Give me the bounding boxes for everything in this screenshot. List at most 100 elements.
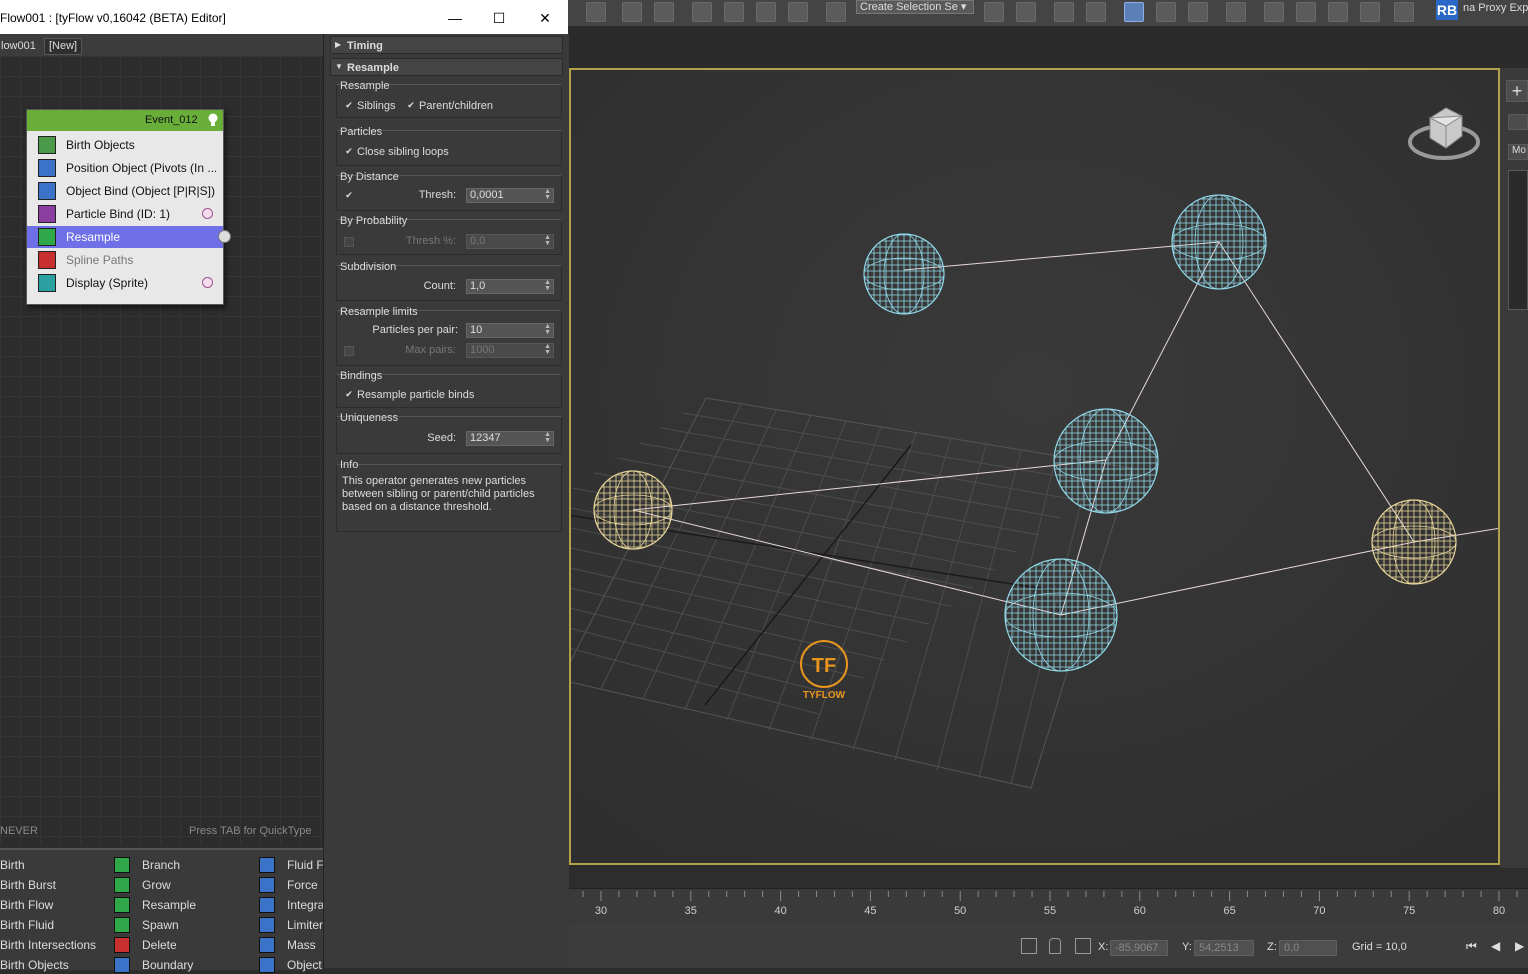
close-sibling-loops-checkbox[interactable]: ✔: [344, 147, 354, 157]
sphere-yellow-1: [593, 470, 673, 550]
timeline-track[interactable]: 30 35 40 45 50 55 60 65 70 75 80: [569, 888, 1528, 925]
close-button[interactable]: ✕: [530, 8, 560, 28]
spinner-arrows-icon[interactable]: ▲ ▼: [544, 234, 551, 247]
seed-value: 12347: [470, 432, 501, 444]
pin-stack-icon[interactable]: [1508, 320, 1528, 336]
operator-label: Display (Sprite): [66, 276, 149, 290]
perspective-viewport[interactable]: TF TYFLOW: [569, 68, 1500, 865]
editor-titlebar[interactable]: Flow001 : [tyFlow v0,16042 (BETA) Editor…: [0, 0, 568, 34]
spinner-arrows-icon[interactable]: ▲ ▼: [544, 323, 551, 336]
siblings-label: Siblings: [357, 100, 396, 112]
spinner-arrows-icon[interactable]: ▲ ▼: [544, 343, 551, 356]
lock-selection-icon[interactable]: [1049, 938, 1061, 954]
parent-children-checkbox[interactable]: ✔: [406, 101, 416, 111]
collapsed-arrow-icon: ▶: [335, 40, 342, 49]
by-probability-checkbox[interactable]: [344, 237, 354, 247]
palette-item-label: Birth Flow: [0, 898, 54, 912]
y-coordinate-field[interactable]: 54,2513: [1194, 940, 1254, 956]
z-coordinate-field[interactable]: 0,0: [1279, 940, 1337, 956]
event-header[interactable]: Event_012: [27, 110, 223, 131]
resample-particle-binds-checkbox[interactable]: ✔: [344, 390, 354, 400]
ribbon-icon[interactable]: [1124, 2, 1144, 22]
modifier-stack-list[interactable]: [1508, 170, 1528, 310]
upload-icon[interactable]: [654, 2, 674, 22]
layer-explorer-icon[interactable]: [1086, 2, 1106, 22]
selection-set-dropdown[interactable]: Create Selection Se ▾: [856, 0, 974, 14]
object-name-field[interactable]: [1508, 114, 1528, 130]
minimize-button[interactable]: —: [440, 8, 470, 28]
curve-editor-icon[interactable]: [1156, 2, 1176, 22]
rendered-frame-icon[interactable]: [1296, 2, 1316, 22]
operator-row[interactable]: Birth Objects: [27, 134, 223, 156]
editor-tab-bar: low001 [New]: [0, 34, 323, 56]
max-pairs-spinner[interactable]: 1000 ▲ ▼: [466, 343, 554, 358]
seed-spinner[interactable]: 12347 ▲ ▼: [466, 431, 554, 446]
operator-row[interactable]: Object Bind (Object [P|R|S]): [27, 180, 223, 202]
operator-row[interactable]: Spline Paths: [27, 249, 223, 271]
isolate-selection-icon[interactable]: [1021, 938, 1037, 954]
spinner-arrows-icon[interactable]: ▲ ▼: [544, 188, 551, 201]
rollout-timing[interactable]: ▶ Timing: [330, 36, 563, 54]
operator-row[interactable]: Position Object (Pivots (In ...: [27, 157, 223, 179]
rb-plugin-button[interactable]: RB: [1436, 0, 1458, 20]
spinner-arrows-icon[interactable]: ▲ ▼: [544, 431, 551, 444]
snap-toggle-icon[interactable]: [692, 2, 712, 22]
sphere-blue-3: [1053, 408, 1159, 514]
graph-left-hint: NEVER: [0, 825, 38, 837]
render-setup-icon[interactable]: [1264, 2, 1284, 22]
absolute-mode-icon[interactable]: [1075, 938, 1091, 954]
spinner-snap-icon[interactable]: [788, 2, 808, 22]
palette-operator-icon: [259, 937, 275, 953]
palette-item-label: Boundary: [142, 958, 194, 972]
count-spinner[interactable]: 1,0 ▲ ▼: [466, 279, 554, 294]
viewcube-icon[interactable]: [1408, 104, 1480, 166]
maximize-button[interactable]: ☐: [484, 8, 514, 28]
x-coordinate-field[interactable]: -85,9067: [1110, 940, 1168, 956]
thresh-pct-label: Thresh %:: [405, 235, 456, 247]
render-iterative-icon[interactable]: [1360, 2, 1380, 22]
modifier-list-label[interactable]: Mo: [1508, 144, 1528, 160]
operator-icon: [38, 228, 56, 246]
goto-start-icon[interactable]: ⏮: [1466, 939, 1477, 954]
thresh-pct-spinner[interactable]: 0,0 ▲ ▼: [466, 234, 554, 249]
render-production-icon[interactable]: [1328, 2, 1348, 22]
proxy-export-label[interactable]: na Proxy Exp: [1463, 2, 1528, 14]
move-icon[interactable]: [622, 2, 642, 22]
edit-named-selection-icon[interactable]: [826, 2, 846, 22]
align-icon[interactable]: [1016, 2, 1036, 22]
seed-label: Seed:: [427, 432, 456, 444]
operator-output-dot[interactable]: [202, 277, 213, 288]
event-name: Event_012: [145, 114, 198, 126]
operator-row[interactable]: Display (Sprite): [27, 272, 223, 294]
material-editor-icon[interactable]: [1226, 2, 1246, 22]
palette-operator-icon: [114, 937, 130, 953]
palette-item-label: Integra: [287, 898, 325, 912]
tab-flow[interactable]: low001: [0, 38, 41, 55]
thresh-spinner[interactable]: 0,0001 ▲ ▼: [466, 188, 554, 203]
previous-frame-icon[interactable]: ◀︎: [1491, 939, 1500, 953]
angle-snap-icon[interactable]: [724, 2, 744, 22]
rollout-timing-title: Timing: [347, 40, 383, 52]
rollout-resample[interactable]: ▼ Resample: [330, 58, 563, 76]
percent-snap-icon[interactable]: [756, 2, 776, 22]
event-node[interactable]: Event_012 Birth Objects Position Object (…: [26, 109, 231, 305]
snap-icon[interactable]: [586, 2, 606, 22]
render-cloud-icon[interactable]: [1394, 2, 1414, 22]
scene-explorer-icon[interactable]: [1054, 2, 1074, 22]
spinner-arrows-icon[interactable]: ▲ ▼: [544, 279, 551, 292]
create-tab-icon[interactable]: +: [1506, 80, 1528, 102]
lightbulb-icon[interactable]: [207, 113, 219, 127]
operator-row[interactable]: Particle Bind (ID: 1): [27, 203, 223, 225]
operator-row[interactable]: Resample: [27, 226, 223, 248]
thresh-pct-value: 0,0: [470, 235, 486, 247]
by-distance-checkbox[interactable]: ✔: [344, 191, 354, 201]
output-port[interactable]: [218, 230, 231, 243]
schematic-view-icon[interactable]: [1188, 2, 1208, 22]
max-pairs-checkbox[interactable]: [344, 346, 354, 356]
operator-output-dot[interactable]: [202, 208, 213, 219]
mirror-icon[interactable]: [984, 2, 1004, 22]
tab-new[interactable]: [New]: [44, 38, 83, 55]
play-icon[interactable]: ▶: [1515, 939, 1524, 953]
particles-per-pair-spinner[interactable]: 10 ▲ ▼: [466, 323, 554, 338]
siblings-checkbox[interactable]: ✔: [344, 101, 354, 111]
